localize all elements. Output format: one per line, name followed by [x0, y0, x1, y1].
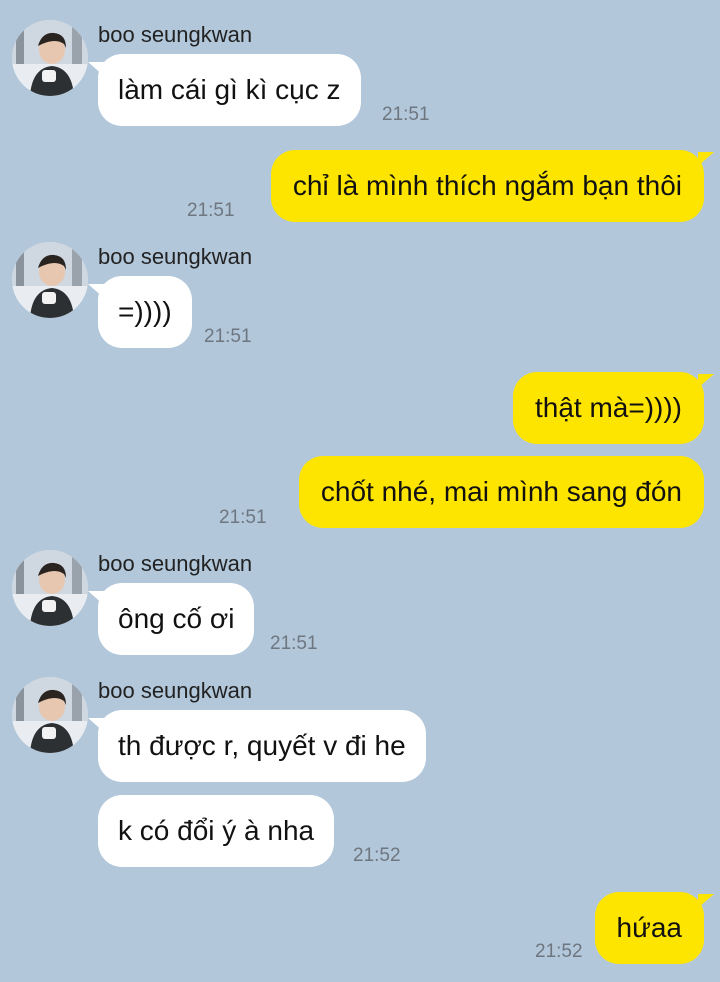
message-time: 21:51	[270, 633, 318, 654]
avatar-photo	[12, 677, 88, 753]
sender-name: boo seungkwan	[98, 244, 253, 269]
message-time: 21:51	[219, 507, 267, 528]
avatar-photo	[12, 550, 88, 626]
bubble-tail	[88, 62, 104, 76]
avatar[interactable]	[12, 20, 88, 96]
incoming-message-bubble[interactable]: làm cái gì kì cục z	[88, 54, 361, 126]
message-text: th được r, quyết v đi he	[118, 730, 406, 761]
incoming-message-bubble[interactable]: =))))	[88, 276, 192, 348]
avatar[interactable]	[12, 677, 88, 753]
sender-name: boo seungkwan	[98, 22, 253, 47]
outgoing-message-bubble[interactable]: chốt nhé, mai mình sang đón	[298, 456, 704, 528]
message-time: 21:51	[187, 200, 235, 221]
incoming-message-bubble[interactable]: k có đổi ý à nha	[98, 795, 335, 867]
message-text: thật mà=))))	[534, 392, 682, 423]
bubble-tail	[88, 718, 104, 732]
incoming-message-bubble[interactable]: ông cố ơi	[88, 583, 255, 655]
outgoing-message-bubble[interactable]: chỉ là mình thích ngắm bạn thôi	[270, 150, 714, 222]
sender-name: boo seungkwan	[98, 551, 253, 576]
message-text: chốt nhé, mai mình sang đón	[320, 476, 682, 507]
bubble-tail	[698, 894, 714, 908]
outgoing-message-bubble[interactable]: thật mà=))))	[512, 372, 714, 444]
avatar-photo	[12, 242, 88, 318]
bubble-tail	[88, 284, 104, 298]
avatar[interactable]	[12, 242, 88, 318]
bubble-tail	[698, 152, 714, 166]
bubble-tail	[88, 591, 104, 605]
avatar[interactable]	[12, 550, 88, 626]
message-time: 21:51	[382, 104, 430, 125]
message-time: 21:52	[535, 941, 583, 962]
message-text: k có đổi ý à nha	[118, 815, 315, 846]
message-text: ông cố ơi	[118, 603, 235, 634]
message-text: chỉ là mình thích ngắm bạn thôi	[292, 170, 682, 201]
outgoing-message-bubble[interactable]: hứaa	[594, 892, 714, 964]
message-text: làm cái gì kì cục z	[118, 74, 341, 105]
sender-name: boo seungkwan	[98, 678, 253, 703]
message-time: 21:52	[353, 845, 401, 866]
message-text: hứaa	[616, 912, 682, 943]
bubble-tail	[698, 374, 714, 388]
incoming-message-bubble[interactable]: th được r, quyết v đi he	[88, 710, 426, 782]
chat-screen: { "colors": { "background": "#b2c7da", "…	[0, 0, 720, 982]
message-time: 21:51	[204, 326, 252, 347]
message-text: =))))	[118, 296, 172, 327]
avatar-photo	[12, 20, 88, 96]
